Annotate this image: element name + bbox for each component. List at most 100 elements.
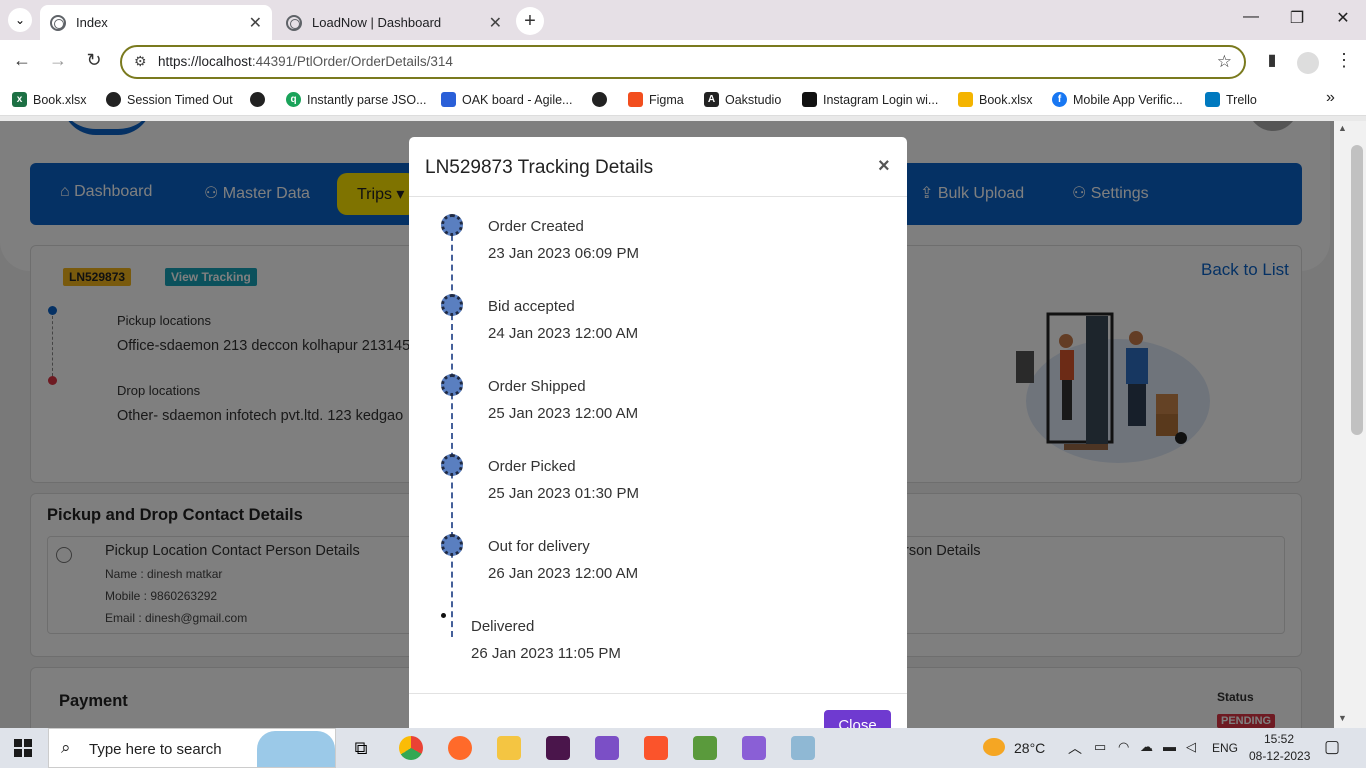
event-status: Out for delivery: [488, 538, 590, 555]
more-bookmarks-icon[interactable]: »: [1326, 89, 1335, 107]
star-icon[interactable]: ☆: [1217, 52, 1232, 72]
oak-icon: [441, 92, 456, 107]
event-date: 26 Jan 2023 12:00 AM: [488, 565, 639, 582]
file-explorer-icon[interactable]: [497, 736, 521, 760]
figma-icon: [628, 92, 643, 107]
chrome-icon[interactable]: [399, 736, 423, 760]
slack-icon[interactable]: [546, 736, 570, 760]
tracking-modal: LN529873 Tracking Details × Order Create…: [409, 137, 907, 737]
bookmark-item[interactable]: Instagram Login wi...: [802, 92, 938, 107]
bookmark-item[interactable]: Figma: [628, 92, 684, 107]
oakstudio-icon: A: [704, 92, 719, 107]
network-icon[interactable]: ☁: [1140, 739, 1153, 755]
bookmark-item[interactable]: f Mobile App Verific...: [1052, 92, 1183, 107]
facebook-icon: f: [1052, 92, 1067, 107]
tab-search-button[interactable]: ⌄: [8, 8, 32, 32]
language-indicator[interactable]: ENG: [1212, 741, 1238, 755]
browser-toolbar: ← → ↻ ⚙ https://localhost:44391/PtlOrder…: [0, 40, 1366, 84]
meet-icon[interactable]: ▭: [1094, 739, 1106, 755]
bookmark-label: Figma: [649, 92, 684, 107]
bookmark-label: Oakstudio: [725, 92, 782, 107]
reload-icon[interactable]: ↻: [82, 50, 106, 71]
bookmark-item[interactable]: Book.xlsx: [958, 92, 1033, 107]
battery-icon[interactable]: ▬: [1163, 739, 1176, 754]
event-date: 25 Jan 2023 01:30 PM: [488, 485, 639, 502]
url-text: https://localhost:44391/PtlOrder/OrderDe…: [158, 54, 453, 69]
windows-start-icon[interactable]: [14, 739, 32, 757]
notifications-icon[interactable]: ▢: [1324, 737, 1340, 757]
modal-title: LN529873 Tracking Details: [425, 157, 654, 178]
new-tab-button[interactable]: +: [516, 7, 544, 35]
bookmark-item[interactable]: [592, 92, 613, 107]
bookmark-item[interactable]: [250, 92, 271, 107]
visual-studio-icon-2[interactable]: [742, 736, 766, 760]
weather-icon[interactable]: [983, 738, 1005, 756]
instagram-icon: [802, 92, 817, 107]
profile-avatar[interactable]: [1297, 52, 1319, 74]
close-icon[interactable]: ×: [878, 155, 890, 178]
address-bar[interactable]: ⚙ https://localhost:44391/PtlOrder/Order…: [120, 45, 1246, 79]
tab-title: LoadNow | Dashboard: [312, 15, 442, 30]
site-info-icon[interactable]: ⚙: [134, 53, 147, 70]
bookmark-label: Instagram Login wi...: [823, 92, 939, 107]
restore-icon[interactable]: ❐: [1282, 8, 1312, 28]
close-tab-icon[interactable]: ✕: [249, 13, 262, 33]
close-tab-icon[interactable]: ✕: [489, 13, 502, 33]
back-arrow-icon[interactable]: ←: [10, 50, 34, 71]
chevron-up-icon[interactable]: ︿: [1068, 738, 1082, 758]
browser-tab-index[interactable]: Index ✕: [40, 5, 272, 40]
timeline-dot: [441, 454, 463, 476]
postman-icon[interactable]: [448, 736, 472, 760]
bookmark-item[interactable]: OAK board - Agile...: [441, 92, 572, 107]
search-highlight-image: [257, 731, 335, 767]
close-window-icon[interactable]: ✕: [1328, 8, 1358, 28]
visual-studio-icon[interactable]: [595, 736, 619, 760]
timeline-dot: [441, 214, 463, 236]
volume-icon[interactable]: ◁: [1186, 739, 1196, 755]
timeline-dot: [441, 534, 463, 556]
event-date: 25 Jan 2023 12:00 AM: [488, 405, 639, 422]
event-status: Delivered: [471, 618, 535, 635]
bookmarks-bar: x Book.xlsx Session Timed Out q Instantly …: [0, 84, 1366, 116]
taskbar-search[interactable]: ⌕ Type here to search: [48, 728, 336, 768]
timeline-dot: [441, 374, 463, 396]
globe-icon: [250, 92, 265, 107]
event-date: 26 Jan 2023 11:05 PM: [471, 645, 621, 662]
scroll-thumb[interactable]: [1351, 145, 1363, 435]
side-panel-icon[interactable]: ▮: [1260, 50, 1284, 70]
tab-title: Index: [76, 15, 108, 30]
temperature[interactable]: 28°C: [1014, 740, 1045, 756]
trello-icon: [1205, 92, 1220, 107]
timeline-dot: [441, 294, 463, 316]
bookmark-label: Mobile App Verific...: [1073, 92, 1183, 107]
scroll-down-icon[interactable]: ▼: [1338, 713, 1347, 723]
bookmark-item[interactable]: q Instantly parse JSO...: [286, 92, 427, 107]
clock-date[interactable]: 08-12-2023: [1249, 749, 1310, 763]
bookmark-item[interactable]: A Oakstudio: [704, 92, 781, 107]
url-path: :44391/PtlOrder/OrderDetails/314: [251, 54, 453, 69]
bookmark-item[interactable]: x Book.xlsx: [12, 92, 87, 107]
bookmark-label: Book.xlsx: [33, 92, 87, 107]
forward-arrow-icon[interactable]: →: [46, 50, 70, 71]
notepad-icon[interactable]: [791, 736, 815, 760]
brave-icon[interactable]: [644, 736, 668, 760]
bookmark-label: OAK board - Agile...: [462, 92, 573, 107]
task-view-icon[interactable]: ⧉: [349, 736, 373, 760]
excel-tools-icon[interactable]: [693, 736, 717, 760]
globe-icon: [286, 14, 302, 31]
minimize-icon[interactable]: —: [1236, 8, 1266, 26]
bookmark-item[interactable]: Trello: [1205, 92, 1257, 107]
wifi-icon[interactable]: ◠: [1118, 739, 1129, 755]
bookmark-label: Session Timed Out: [127, 92, 233, 107]
search-placeholder: Type here to search: [89, 741, 222, 758]
bookmark-label: Trello: [1226, 92, 1257, 107]
divider: [409, 196, 907, 197]
more-menu-icon[interactable]: ⋮: [1332, 50, 1356, 71]
browser-tab-dashboard[interactable]: LoadNow | Dashboard ✕: [276, 5, 512, 40]
globe-icon: [106, 92, 121, 107]
scroll-up-icon[interactable]: ▲: [1338, 123, 1347, 133]
event-status: Bid accepted: [488, 298, 575, 315]
globe-icon: [592, 92, 607, 107]
bookmark-item[interactable]: Session Timed Out: [106, 92, 233, 107]
clock-time[interactable]: 15:52: [1264, 732, 1294, 746]
